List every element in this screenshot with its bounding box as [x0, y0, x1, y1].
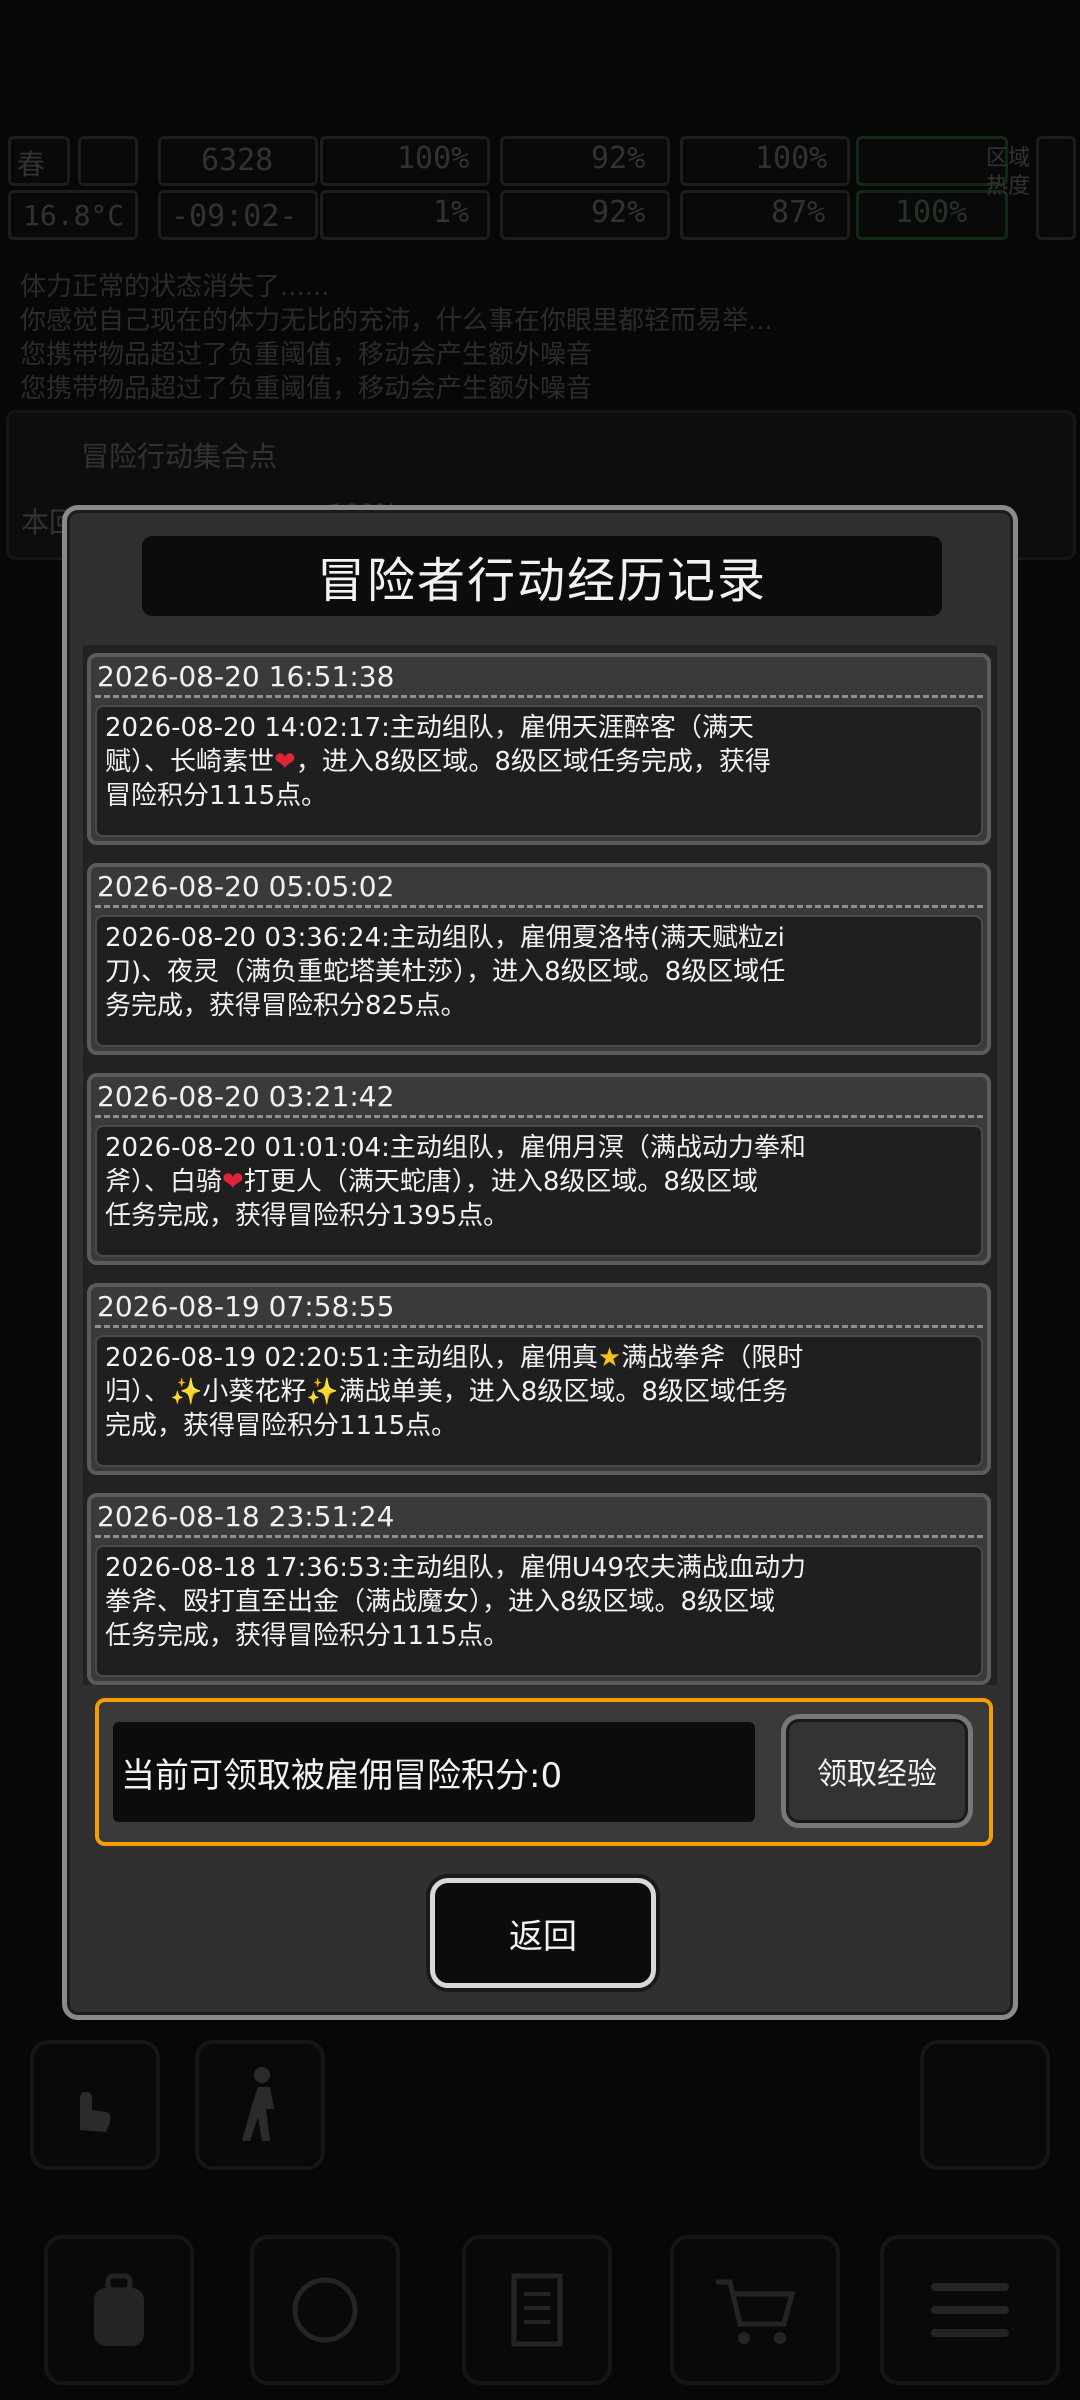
entry-text-part: 2026-08-20 03:36:24:主动组队，雇佣夏洛特(满天赋粒zi 刀)… [105, 923, 786, 1021]
claimable-points-label: 当前可领取被雇佣冒险积分:0 [113, 1722, 755, 1822]
entry-text: 2026-08-20 14:02:17:主动组队，雇佣天涯醉客（满天 赋）、长崎… [105, 711, 845, 813]
entry-divider [95, 905, 983, 908]
back-button[interactable]: 返回 [430, 1878, 656, 1988]
log-entry: 2026-08-19 07:58:55 2026-08-19 02:20:51:… [87, 1283, 991, 1475]
claim-experience-button[interactable]: 领取经验 [781, 1714, 973, 1828]
entry-timestamp: 2026-08-20 16:51:38 [97, 660, 395, 693]
entry-body: 2026-08-20 14:02:17:主动组队，雇佣天涯醉客（满天 赋）、长崎… [95, 705, 983, 837]
entry-text-part: 2026-08-19 02:20:51:主动组队，雇佣真 [105, 1343, 598, 1373]
entry-body: 2026-08-20 03:36:24:主动组队，雇佣夏洛特(满天赋粒zi 刀)… [95, 915, 983, 1047]
star-icon: ★ [597, 1343, 622, 1373]
entry-body: 2026-08-18 17:36:53:主动组队，雇佣U49农夫满战血动力 拳斧… [95, 1545, 983, 1677]
adventure-log-list[interactable]: 2026-08-20 16:51:38 2026-08-20 14:02:17:… [83, 645, 997, 1685]
sparkle-icon: ✨ [306, 1377, 339, 1407]
entry-divider [95, 1325, 983, 1328]
entry-body: 2026-08-20 01:01:04:主动组队，雇佣月溟（满战动力拳和 斧）、… [95, 1125, 983, 1257]
entry-text: 2026-08-18 17:36:53:主动组队，雇佣U49农夫满战血动力 拳斧… [105, 1551, 845, 1653]
entry-divider [95, 1535, 983, 1538]
log-entry: 2026-08-18 23:51:24 2026-08-18 17:36:53:… [87, 1493, 991, 1685]
heart-icon: ❤ [274, 747, 296, 777]
claim-points-panel: 当前可领取被雇佣冒险积分:0 领取经验 [95, 1698, 993, 1846]
entry-timestamp: 2026-08-19 07:58:55 [97, 1290, 395, 1323]
dialog-title: 冒险者行动经历记录 [142, 536, 942, 616]
entry-divider [95, 695, 983, 698]
entry-text: 2026-08-20 01:01:04:主动组队，雇佣月溟（满战动力拳和 斧）、… [105, 1131, 845, 1233]
sparkle-icon: ✨ [170, 1377, 203, 1407]
entry-timestamp: 2026-08-18 23:51:24 [97, 1500, 395, 1533]
log-entry: 2026-08-20 03:21:42 2026-08-20 01:01:04:… [87, 1073, 991, 1265]
entry-text-part: 2026-08-18 17:36:53:主动组队，雇佣U49农夫满战血动力 拳斧… [105, 1553, 807, 1651]
entry-divider [95, 1115, 983, 1118]
entry-body: 2026-08-19 02:20:51:主动组队，雇佣真★满战拳斧（限时 归）、… [95, 1335, 983, 1467]
entry-timestamp: 2026-08-20 03:21:42 [97, 1080, 395, 1113]
entry-text: 2026-08-20 03:36:24:主动组队，雇佣夏洛特(满天赋粒zi 刀)… [105, 921, 845, 1023]
entry-text-part: 小葵花籽 [202, 1377, 307, 1407]
log-entry: 2026-08-20 05:05:02 2026-08-20 03:36:24:… [87, 863, 991, 1055]
heart-icon: ❤ [222, 1167, 244, 1197]
log-entry: 2026-08-20 16:51:38 2026-08-20 14:02:17:… [87, 653, 991, 845]
entry-text: 2026-08-19 02:20:51:主动组队，雇佣真★满战拳斧（限时 归）、… [105, 1341, 845, 1443]
entry-timestamp: 2026-08-20 05:05:02 [97, 870, 395, 903]
adventure-log-dialog: 冒险者行动经历记录 2026-08-20 16:51:38 2026-08-20… [62, 505, 1018, 2020]
